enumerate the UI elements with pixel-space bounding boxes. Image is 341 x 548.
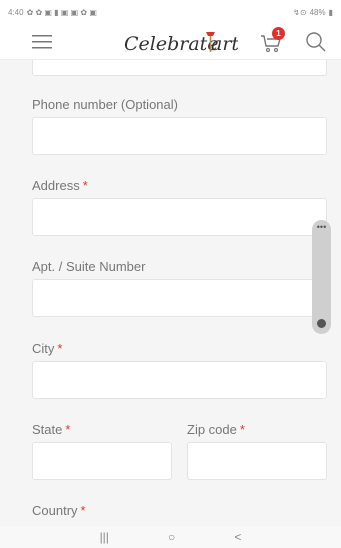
required-marker: * — [239, 422, 245, 437]
address-label: Address * — [32, 178, 88, 193]
notification-icons: ✿ ✿ ▣ ▮ ▣ ▣ ✿ ▣ — [26, 7, 97, 17]
brand-name: Celebrate — [124, 33, 219, 55]
city-input[interactable] — [32, 361, 327, 399]
scroll-thumb[interactable]: ••• — [312, 220, 331, 334]
brand-accent: art — [211, 33, 238, 55]
required-marker: * — [57, 341, 63, 356]
status-time: 4:40 — [8, 7, 24, 17]
back-button[interactable]: < — [234, 530, 241, 544]
grip-icon — [317, 319, 326, 328]
address-input[interactable] — [32, 198, 327, 236]
apt-suite-input[interactable] — [32, 279, 327, 317]
more-dots-icon: ••• — [316, 222, 327, 232]
app-header: Celebrate art 1 — [0, 24, 341, 60]
required-marker: * — [80, 503, 86, 518]
cart-count-badge: 1 — [272, 27, 285, 40]
phone-input[interactable] — [32, 117, 327, 155]
svg-text:Celebrate: Celebrate — [124, 33, 219, 55]
phone-label: Phone number (Optional) — [32, 97, 178, 112]
battery-level: 48% — [309, 7, 326, 17]
required-marker: * — [82, 178, 88, 193]
previous-field-input[interactable] — [32, 60, 327, 76]
recents-button[interactable]: ||| — [100, 530, 109, 544]
state-input[interactable] — [32, 442, 172, 480]
status-right: ↯⊙ 48% ▮ — [293, 8, 333, 17]
system-nav-bar: ||| ○ < — [0, 526, 341, 548]
svg-text:art: art — [211, 33, 238, 55]
battery-icon: ▮ — [328, 7, 333, 17]
home-button[interactable]: ○ — [168, 530, 175, 544]
signal-icon: ↯⊙ — [293, 7, 307, 17]
required-marker: * — [65, 422, 71, 437]
hamburger-menu-icon[interactable] — [32, 34, 52, 50]
country-label: Country * — [32, 503, 86, 518]
state-label: State * — [32, 422, 71, 437]
search-icon[interactable] — [305, 31, 327, 53]
apt-suite-label: Apt. / Suite Number — [32, 259, 146, 274]
status-left: 4:40 ✿ ✿ ▣ ▮ ▣ ▣ ✿ ▣ — [8, 8, 97, 17]
brand-logo[interactable]: Celebrate art — [118, 27, 239, 59]
status-bar: 4:40 ✿ ✿ ▣ ▮ ▣ ▣ ✿ ▣ ↯⊙ 48% ▮ — [0, 0, 341, 24]
zip-code-input[interactable] — [187, 442, 327, 480]
city-label: City * — [32, 341, 63, 356]
zip-code-label: Zip code * — [187, 422, 245, 437]
shipping-form: Phone number (Optional) Address * Apt. / … — [0, 60, 341, 526]
